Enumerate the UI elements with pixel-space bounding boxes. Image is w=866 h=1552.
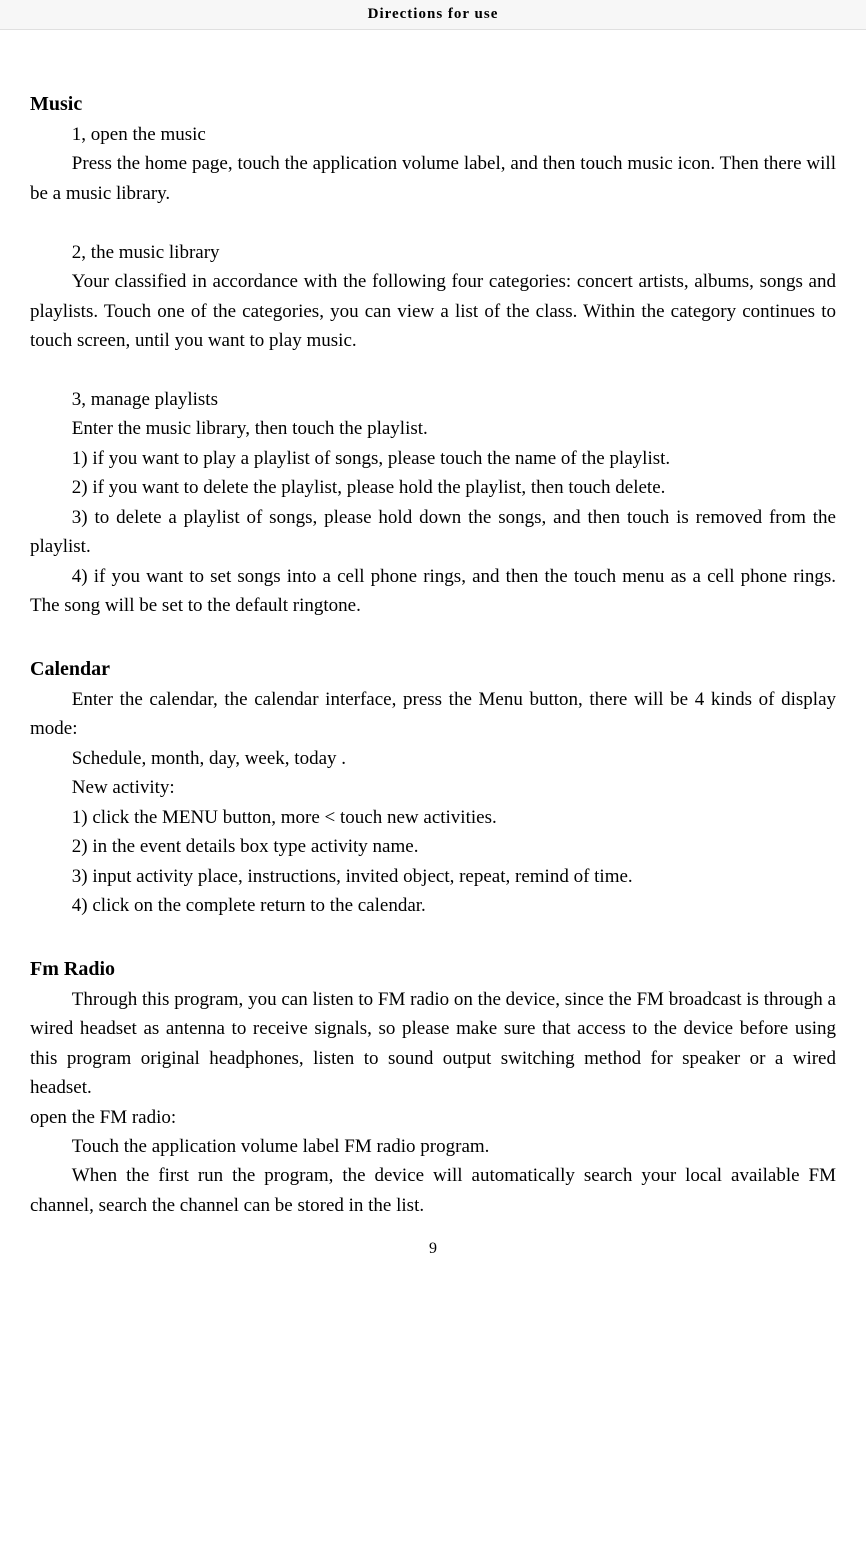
- calendar-p1: Enter the calendar, the calendar interfa…: [30, 685, 836, 744]
- calendar-p3: New activity:: [30, 773, 836, 802]
- header-title: Directions for use: [368, 6, 499, 22]
- fmradio-heading: Fm Radio: [30, 954, 836, 985]
- music-p9: 3) to delete a playlist of songs, please…: [30, 503, 836, 562]
- music-p8: 2) if you want to delete the playlist, p…: [30, 473, 836, 502]
- calendar-p4: 1) click the MENU button, more < touch n…: [30, 803, 836, 832]
- blank-line: [30, 356, 836, 385]
- music-p6: Enter the music library, then touch the …: [30, 414, 836, 443]
- calendar-p2: Schedule, month, day, week, today .: [30, 744, 836, 773]
- blank-line: [30, 920, 836, 949]
- music-p4: Your classified in accordance with the f…: [30, 267, 836, 355]
- blank-line: [30, 208, 836, 237]
- music-p2: Press the home page, touch the applicati…: [30, 149, 836, 208]
- music-p1: 1, open the music: [30, 120, 836, 149]
- blank-line: [30, 620, 836, 649]
- fmradio-p2: open the FM radio:: [30, 1103, 836, 1132]
- fmradio-p1: Through this program, you can listen to …: [30, 985, 836, 1103]
- music-p7: 1) if you want to play a playlist of son…: [30, 444, 836, 473]
- calendar-heading: Calendar: [30, 654, 836, 685]
- fmradio-p4: When the first run the program, the devi…: [30, 1161, 836, 1220]
- music-p10: 4) if you want to set songs into a cell …: [30, 562, 836, 621]
- document-header: Directions for use: [0, 0, 866, 30]
- calendar-p5: 2) in the event details box type activit…: [30, 832, 836, 861]
- calendar-p6: 3) input activity place, instructions, i…: [30, 862, 836, 891]
- calendar-p7: 4) click on the complete return to the c…: [30, 891, 836, 920]
- music-p3: 2, the music library: [30, 238, 836, 267]
- page-number: 9: [0, 1240, 866, 1266]
- fmradio-p3: Touch the application volume label FM ra…: [30, 1132, 836, 1161]
- music-heading: Music: [30, 89, 836, 120]
- music-p5: 3, manage playlists: [30, 385, 836, 414]
- document-content: Music 1, open the music Press the home p…: [0, 30, 866, 1240]
